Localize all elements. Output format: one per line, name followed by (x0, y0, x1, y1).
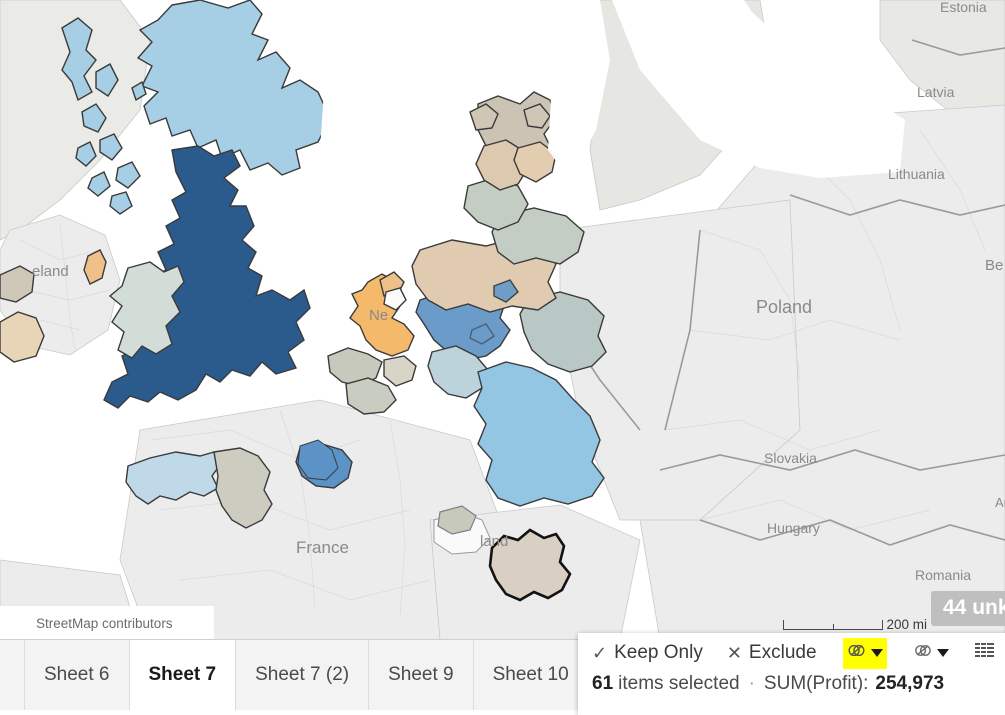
tabbar-left-pad (0, 640, 25, 710)
map-canvas[interactable]: eland Ne France land Poland Estonia Latv… (0, 0, 1005, 640)
label-ireland: eland (32, 263, 69, 280)
chevron-down-icon[interactable] (870, 649, 883, 657)
group-members-icon (847, 641, 866, 666)
label-poland: Poland (756, 297, 812, 317)
selection-tooltip[interactable]: ✓ Keep Only ✕ Exclude 61 items selected … (578, 633, 1005, 715)
selected-count: 61 (592, 673, 614, 694)
tab-label: Sheet 9 (388, 664, 454, 685)
cross-icon: ✕ (726, 642, 742, 663)
label-estonia: Estonia (940, 0, 987, 15)
selected-count-label: items selected (618, 673, 740, 694)
label-netherlands: Ne (369, 307, 388, 324)
label-belarus: Be (985, 257, 1003, 274)
group-members-control[interactable] (842, 637, 887, 669)
label-hungary: Hungary (767, 520, 820, 536)
measure-value: 254,973 (875, 673, 945, 694)
sheet-tab-sheet-7-2[interactable]: Sheet 7 (2) (236, 640, 370, 710)
unknown-values-text: 44 unkn (943, 596, 1005, 619)
check-icon: ✓ (592, 642, 608, 663)
label-romania: Romania (915, 567, 971, 583)
chevron-down-icon[interactable] (936, 649, 949, 657)
exclude-button[interactable]: ✕ Exclude (727, 642, 817, 664)
label-latvia: Latvia (917, 84, 955, 100)
attribution-text: StreetMap contributors (36, 615, 173, 631)
hide-control[interactable] (909, 638, 953, 669)
label-austria: Au (995, 495, 1005, 510)
exclude-label: Exclude (748, 642, 817, 663)
group-members-button[interactable] (842, 637, 887, 669)
label-lithuania: Lithuania (888, 166, 945, 182)
label-slovakia: Slovakia (764, 450, 817, 466)
view-data-button[interactable] (974, 642, 995, 665)
tab-label: Sheet 7 (2) (255, 664, 350, 685)
exclude-annotate-icon (913, 641, 932, 666)
hide-button[interactable] (909, 638, 953, 669)
label-switzerland: land (480, 533, 508, 550)
map-attribution: StreetMap contributors (0, 606, 214, 640)
sheet-tab-sheet-10[interactable]: Sheet 10 (474, 640, 589, 710)
sheet-tab-sheet-6[interactable]: Sheet 6 (25, 640, 130, 710)
tab-label: Sheet 6 (44, 664, 110, 685)
tableau-map-view: eland Ne France land Poland Estonia Latv… (0, 0, 1005, 715)
selection-summary-row: 61 items selected · SUM(Profit): 254,973 (578, 673, 1005, 715)
selection-actions-row: ✓ Keep Only ✕ Exclude (578, 633, 1005, 673)
sheet-tab-sheet-7[interactable]: Sheet 7 (129, 640, 237, 710)
sheet-tab-sheet-9[interactable]: Sheet 9 (369, 640, 474, 710)
summary-separator: · (748, 673, 755, 694)
tab-label: Sheet 10 (492, 664, 569, 685)
unknown-values-badge[interactable]: 44 unkn (931, 591, 1005, 626)
view-data-grid-icon (974, 642, 995, 665)
keep-only-button[interactable]: ✓ Keep Only (592, 642, 703, 664)
tab-label: Sheet 7 (148, 664, 217, 685)
keep-only-label: Keep Only (614, 642, 703, 663)
measure-label: SUM(Profit): (763, 673, 869, 694)
map-geometry[interactable]: eland Ne France land Poland Estonia Latv… (0, 0, 1005, 640)
label-france: France (296, 538, 349, 557)
